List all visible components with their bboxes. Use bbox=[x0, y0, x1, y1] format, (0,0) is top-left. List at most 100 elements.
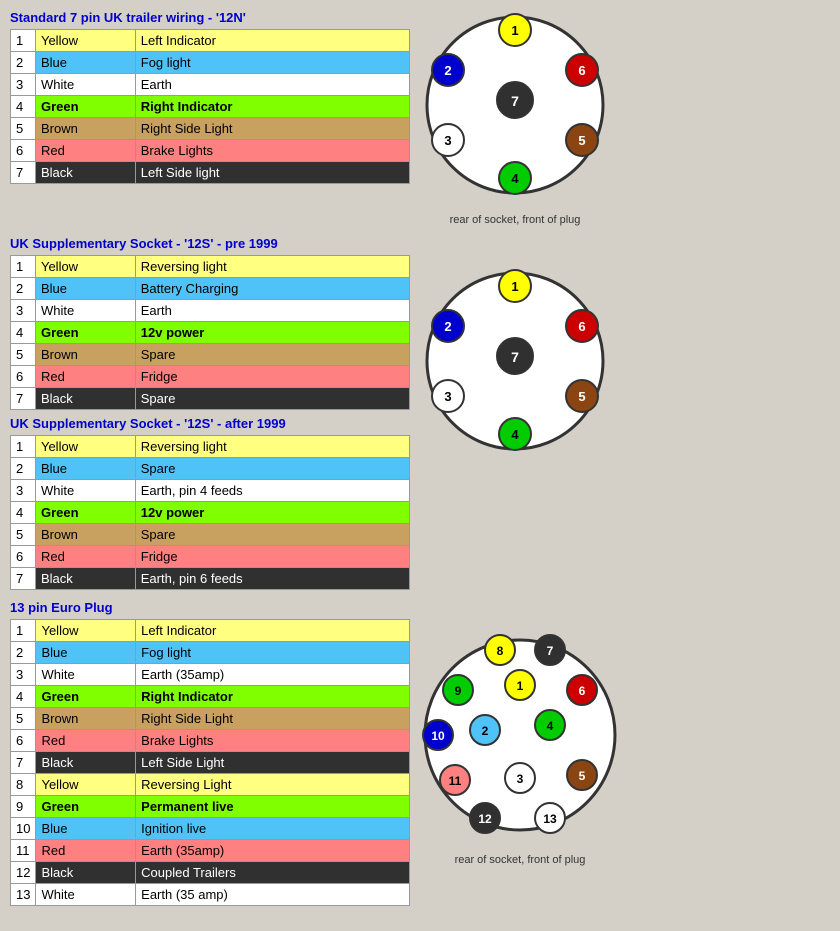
table-row: 3 White Earth bbox=[11, 74, 410, 96]
pin-desc: Fog light bbox=[135, 52, 409, 74]
pin-desc: Earth bbox=[135, 300, 409, 322]
table-row: 1 Yellow Reversing light bbox=[11, 436, 410, 458]
pin-num: 2 bbox=[11, 278, 36, 300]
pin-num: 1 bbox=[11, 30, 36, 52]
pin-num: 10 bbox=[11, 818, 36, 840]
pin-color: Red bbox=[36, 840, 136, 862]
pin-color: Red bbox=[35, 140, 135, 162]
table-row: 6 Red Brake Lights bbox=[11, 140, 410, 162]
section-title-13pin: 13 pin Euro Plug bbox=[10, 600, 410, 615]
table-row: 7 Black Left Side Light bbox=[11, 752, 410, 774]
pin-num: 3 bbox=[11, 300, 36, 322]
pin-color: White bbox=[36, 884, 136, 906]
table-row: 3 White Earth (35amp) bbox=[11, 664, 410, 686]
pin-num: 7 bbox=[11, 568, 36, 590]
pin-num: 4 bbox=[11, 322, 36, 344]
pin-num: 3 bbox=[11, 664, 36, 686]
table-row: 7 Black Left Side light bbox=[11, 162, 410, 184]
table-row: 2 Blue Fog light bbox=[11, 52, 410, 74]
svg-text:1: 1 bbox=[517, 679, 524, 693]
7pin-diagram-2: 1 2 6 7 3 5 4 bbox=[420, 266, 610, 466]
table-row: 3 White Earth bbox=[11, 300, 410, 322]
pin-color: Brown bbox=[36, 708, 136, 730]
pin-desc: Permanent live bbox=[136, 796, 410, 818]
pin-num: 3 bbox=[11, 74, 36, 96]
table-row: 4 Green Right Indicator bbox=[11, 96, 410, 118]
pin-color: Black bbox=[36, 752, 136, 774]
diagram-caption-12n: rear of socket, front of plug bbox=[450, 214, 581, 226]
pin-color: Black bbox=[36, 862, 136, 884]
pin-color: Blue bbox=[35, 278, 135, 300]
table-row: 4 Green 12v power bbox=[11, 322, 410, 344]
section-title-12s-post: UK Supplementary Socket - '12S' - after … bbox=[10, 416, 410, 431]
svg-text:7: 7 bbox=[511, 349, 519, 365]
section-12n: Standard 7 pin UK trailer wiring - '12N'… bbox=[10, 10, 830, 226]
pin-color: Yellow bbox=[36, 774, 136, 796]
pin-num: 2 bbox=[11, 458, 36, 480]
pin-color: Green bbox=[36, 686, 136, 708]
pin-color: Brown bbox=[35, 524, 135, 546]
pin-num: 5 bbox=[11, 344, 36, 366]
svg-text:9: 9 bbox=[455, 684, 462, 698]
table-row: 10 Blue Ignition live bbox=[11, 818, 410, 840]
table-row: 5 Brown Spare bbox=[11, 344, 410, 366]
pin-desc: Reversing light bbox=[135, 256, 409, 278]
pin-num: 9 bbox=[11, 796, 36, 818]
table-row: 5 Brown Spare bbox=[11, 524, 410, 546]
pin-desc: Fog light bbox=[136, 642, 410, 664]
13pin-diagram: 8 7 9 1 6 10 2 4 11 bbox=[420, 620, 620, 850]
pin-num: 11 bbox=[11, 840, 36, 862]
table-row: 5 Brown Right Side Light bbox=[11, 118, 410, 140]
pin-desc: 12v power bbox=[135, 322, 409, 344]
pin-num: 13 bbox=[11, 884, 36, 906]
pin-color: Black bbox=[35, 162, 135, 184]
table-row: 11 Red Earth (35amp) bbox=[11, 840, 410, 862]
pin-num: 3 bbox=[11, 480, 36, 502]
table-row: 4 Green Right Indicator bbox=[11, 686, 410, 708]
pin-desc: Right Side Light bbox=[135, 118, 409, 140]
svg-text:6: 6 bbox=[579, 684, 586, 698]
table-row: 7 Black Spare bbox=[11, 388, 410, 410]
table-row: 9 Green Permanent live bbox=[11, 796, 410, 818]
pin-color: Yellow bbox=[35, 256, 135, 278]
pin-num: 12 bbox=[11, 862, 36, 884]
pin-num: 6 bbox=[11, 546, 36, 568]
pin-desc: 12v power bbox=[135, 502, 409, 524]
pin-desc: Right Side Light bbox=[136, 708, 410, 730]
pin-desc: Fridge bbox=[135, 366, 409, 388]
pin-desc: Earth, pin 4 feeds bbox=[135, 480, 409, 502]
pin-num: 4 bbox=[11, 96, 36, 118]
svg-text:2: 2 bbox=[444, 319, 451, 334]
pin-desc: Left Indicator bbox=[136, 620, 410, 642]
table-row: 6 Red Fridge bbox=[11, 366, 410, 388]
7pin-diagram-1: 1 2 6 7 3 5 4 bbox=[420, 10, 610, 210]
svg-text:5: 5 bbox=[579, 769, 586, 783]
table-row: 2 Blue Spare bbox=[11, 458, 410, 480]
svg-text:2: 2 bbox=[444, 63, 451, 78]
table-row: 6 Red Brake Lights bbox=[11, 730, 410, 752]
pin-num: 5 bbox=[11, 708, 36, 730]
pin-desc: Earth bbox=[135, 74, 409, 96]
svg-text:13: 13 bbox=[543, 812, 557, 826]
pin-desc: Left Side Light bbox=[136, 752, 410, 774]
table-row: 13 White Earth (35 amp) bbox=[11, 884, 410, 906]
section-12s: UK Supplementary Socket - '12S' - pre 19… bbox=[10, 236, 830, 590]
pin-num: 7 bbox=[11, 388, 36, 410]
pin-num: 1 bbox=[11, 436, 36, 458]
pin-num: 7 bbox=[11, 162, 36, 184]
pin-num: 6 bbox=[11, 140, 36, 162]
pin-color: Yellow bbox=[35, 30, 135, 52]
pin-desc: Earth (35amp) bbox=[136, 664, 410, 686]
pin-desc: Left Side light bbox=[135, 162, 409, 184]
svg-text:4: 4 bbox=[511, 171, 519, 186]
pin-desc: Right Indicator bbox=[135, 96, 409, 118]
pin-desc: Battery Charging bbox=[135, 278, 409, 300]
table-row: 2 Blue Battery Charging bbox=[11, 278, 410, 300]
svg-text:7: 7 bbox=[511, 93, 519, 109]
svg-text:5: 5 bbox=[578, 133, 585, 148]
pin-color: Green bbox=[35, 502, 135, 524]
pin-desc: Spare bbox=[135, 344, 409, 366]
pin-color: Black bbox=[35, 568, 135, 590]
table-row: 7 Black Earth, pin 6 feeds bbox=[11, 568, 410, 590]
table-12s-pre: 1 Yellow Reversing light 2 Blue Battery … bbox=[10, 255, 410, 410]
